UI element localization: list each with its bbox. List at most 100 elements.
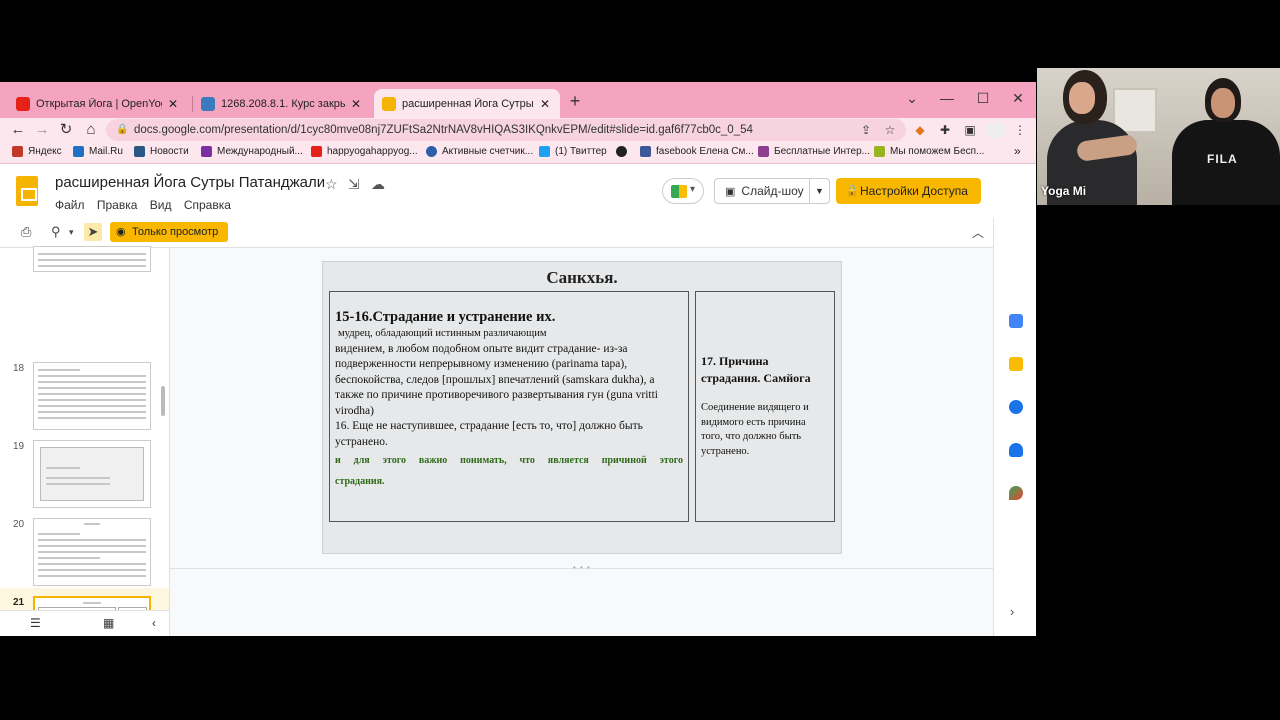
browser-window: Открытая Йога | OpenYoga - Yo ✕ 1268.208… — [0, 82, 1036, 636]
bookmark-facebook[interactable]: fasebook Елена См... — [640, 146, 754, 157]
drag-handle-icon[interactable]: • • • — [573, 563, 591, 572]
more-bookmarks-button[interactable]: » — [1014, 144, 1021, 158]
bookmark-yandex[interactable]: Яндекс — [12, 146, 62, 157]
maps-icon[interactable] — [1009, 486, 1023, 500]
move-icon[interactable]: ⇲ — [348, 176, 360, 193]
url-bar[interactable]: 🔒 docs.google.com/presentation/d/1cyc80m… — [106, 119, 906, 141]
slideshow-dropdown-icon[interactable]: ▼ — [809, 179, 829, 203]
bookmark-label: Mail.Ru — [89, 146, 123, 157]
back-icon[interactable]: ← — [8, 120, 28, 140]
slides-header: расширенная Йога Сутры Патанджали ☆ ⇲ ☁ … — [0, 164, 1036, 218]
slide-thumbnail-19[interactable] — [33, 440, 151, 508]
grid-view-icon[interactable]: ▦ — [103, 616, 114, 630]
slide-thumbnail-17[interactable] — [33, 246, 151, 272]
print-icon[interactable]: ⎙ — [21, 224, 31, 240]
sidebar-icon[interactable]: ▣ — [962, 122, 978, 138]
minimize-button[interactable]: — — [937, 88, 957, 108]
new-tab-button[interactable]: + — [566, 92, 584, 110]
bookmark-happyoga[interactable]: happyogahappyog... — [311, 146, 418, 157]
right-text-box: 17. Причина страдания. Самйога Соединени… — [695, 291, 835, 522]
maximize-button[interactable]: ☐ — [973, 88, 993, 108]
bookmark-counters[interactable]: Активные счетчик... — [426, 146, 533, 157]
keep-icon[interactable] — [1009, 357, 1023, 371]
bookmark-unnamed[interactable] — [616, 146, 632, 157]
vk-icon — [134, 146, 145, 157]
facebook-icon — [640, 146, 651, 157]
slideshow-label: Слайд-шоу — [741, 184, 804, 198]
meet-button[interactable]: ▾ — [662, 178, 704, 204]
browser-tab-slides[interactable]: расширенная Йога Сутры Патан ✕ — [374, 89, 560, 118]
bookmark-international[interactable]: Международный... — [201, 146, 303, 157]
bookmark-help[interactable]: Мы поможем Бесп... — [874, 146, 984, 157]
calendar-icon[interactable] — [1009, 314, 1023, 328]
slide-number: 21 — [13, 597, 25, 608]
browser-tab-course[interactable]: 1268.208.8.1. Курс закрытой Йо ✕ — [193, 89, 371, 118]
close-icon[interactable]: ✕ — [538, 97, 552, 111]
slide-thumbnail-20[interactable] — [33, 518, 151, 586]
view-only-label: Только просмотр — [132, 226, 219, 238]
tab-title: Открытая Йога | OpenYoga - Yo — [36, 97, 162, 110]
chevron-down-icon: ▾ — [690, 184, 696, 195]
contacts-icon[interactable] — [1009, 443, 1023, 457]
forward-icon[interactable]: → — [32, 120, 52, 140]
share-page-icon[interactable]: ⇪ — [858, 122, 874, 138]
metamask-icon[interactable]: ◆ — [912, 122, 928, 138]
bookmark-mailru[interactable]: Mail.Ru — [73, 146, 123, 157]
toolbar: ⎙ ⚲ ▾ ➤ ◉ Только просмотр ▼ ︿ — [0, 218, 993, 257]
account-avatar[interactable] — [994, 180, 1024, 202]
zoom-dropdown-icon[interactable]: ▾ — [69, 227, 74, 238]
close-icon[interactable]: ✕ — [166, 97, 180, 111]
filmstrip-scrollbar[interactable] — [161, 386, 165, 416]
lock-icon: 🔒 — [845, 185, 859, 197]
view-only-button[interactable]: ◉ Только просмотр ▼ — [110, 222, 228, 257]
cloud-status-icon[interactable]: ☁ — [371, 176, 385, 193]
star-icon[interactable]: ☆ — [325, 176, 338, 193]
bookmark-free-internet[interactable]: Бесплатные Интер... — [758, 146, 870, 157]
menu-file[interactable]: Файл — [55, 198, 85, 212]
home-icon[interactable]: ⌂ — [81, 120, 101, 140]
close-window-button[interactable]: ✕ — [1008, 88, 1028, 108]
twitter-icon — [539, 146, 550, 157]
bookmark-label: Новости — [150, 146, 189, 157]
mailru-icon — [73, 146, 84, 157]
zoom-icon[interactable]: ⚲ — [51, 224, 61, 240]
bookmark-star-icon[interactable]: ☆ — [882, 122, 898, 138]
list-view-icon[interactable]: ☰ — [30, 616, 41, 630]
bookmark-label: happyogahappyog... — [327, 146, 418, 157]
bookmark-label: Мы поможем Бесп... — [890, 146, 985, 157]
slide-number: 19 — [13, 441, 25, 452]
share-button[interactable]: 🔒 Настройки Доступа — [836, 178, 981, 204]
present-icon: ▣ — [725, 186, 736, 198]
tab-title: 1268.208.8.1. Курс закрытой Йо — [221, 97, 345, 110]
slide-heading: 15-16.Страдание и устранение их. — [335, 309, 556, 325]
collapse-icon[interactable]: ︿ — [972, 224, 984, 241]
menu-help[interactable]: Справка — [184, 198, 231, 212]
slides-logo-icon[interactable] — [16, 176, 38, 206]
left-text-box: 15-16.Страдание и устранение их. мудрец,… — [329, 291, 689, 522]
menu-view[interactable]: Вид — [150, 198, 172, 212]
tab-search-button[interactable]: ⌄ — [902, 88, 922, 108]
slides-icon — [382, 96, 396, 111]
extensions-icon[interactable]: ✚ — [937, 122, 953, 138]
slide-intro: мудрец, обладающий истинным различающим — [338, 328, 547, 339]
collapse-filmstrip-icon[interactable]: ‹ — [152, 616, 156, 630]
menu-edit[interactable]: Правка — [97, 198, 138, 212]
tab-bar: Открытая Йога | OpenYoga - Yo ✕ 1268.208… — [0, 82, 1036, 118]
select-cursor-icon[interactable]: ➤ — [84, 223, 102, 241]
expand-panel-icon[interactable]: › — [1010, 604, 1014, 619]
browser-menu-icon[interactable]: ⋮ — [1012, 122, 1028, 138]
share-label: Настройки Доступа — [860, 184, 968, 198]
bookmark-news[interactable]: Новости — [134, 146, 189, 157]
bookmark-twitter[interactable]: (1) Твиттер — [539, 146, 607, 157]
slide-thumbnail-18[interactable] — [33, 362, 151, 430]
browser-tab-openyoga[interactable]: Открытая Йога | OpenYoga - Yo ✕ — [8, 89, 188, 118]
bookmark-label: Международный... — [217, 146, 303, 157]
right-text: Соединение видящего и видимого есть прич… — [701, 402, 809, 457]
close-icon[interactable]: ✕ — [349, 97, 363, 111]
reload-icon[interactable]: ↻ — [56, 120, 76, 140]
slideshow-button[interactable]: ▣ Слайд-шоу ▼ — [714, 178, 830, 204]
tasks-icon[interactable] — [1009, 400, 1023, 414]
webcam-participant-name: Yoga Mi — [1041, 184, 1087, 198]
profile-avatar[interactable] — [986, 122, 1006, 138]
document-title[interactable]: расширенная Йога Сутры Патанджали — [55, 174, 325, 191]
